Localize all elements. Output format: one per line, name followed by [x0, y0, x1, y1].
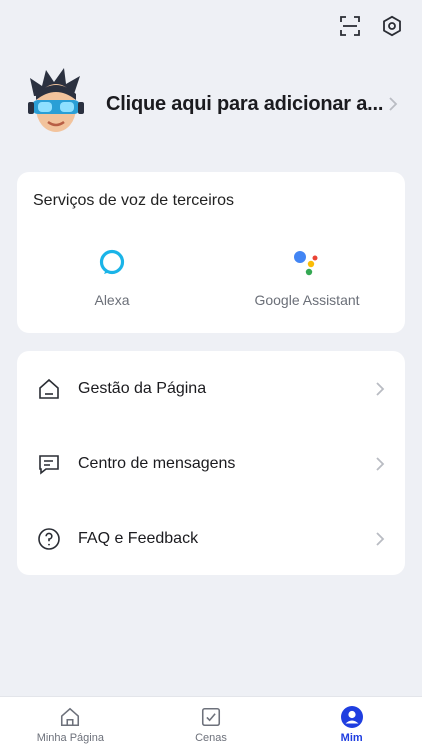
- scenes-icon: [199, 705, 223, 729]
- avatar[interactable]: [24, 66, 88, 142]
- menu-item-label: FAQ e Feedback: [78, 529, 199, 547]
- profile-row[interactable]: Clique aqui para adicionar a...: [24, 66, 400, 142]
- menu-item-page-management[interactable]: Gestão da Página: [17, 351, 405, 426]
- user-icon: [340, 705, 364, 729]
- home-icon: [58, 705, 82, 729]
- tab-label: Minha Página: [36, 732, 104, 744]
- menu-item-label: Centro de mensagens: [78, 454, 236, 472]
- google-assistant-label: Google Assistant: [254, 292, 360, 308]
- tab-label: Mim: [340, 732, 363, 744]
- profile-prompt[interactable]: Clique aqui para adicionar a...: [106, 93, 386, 116]
- tab-me[interactable]: Mim: [281, 697, 422, 750]
- settings-icon[interactable]: [380, 14, 404, 38]
- chevron-right-icon: [386, 96, 400, 112]
- google-assistant-service[interactable]: Google Assistant: [212, 244, 402, 308]
- alexa-icon: [17, 244, 207, 280]
- message-icon: [37, 452, 61, 476]
- voice-services-card: Serviços de voz de terceiros Alexa Googl…: [17, 172, 405, 333]
- help-icon: [37, 527, 61, 551]
- menu-item-message-center[interactable]: Centro de mensagens: [17, 426, 405, 501]
- tab-bar: Minha Página Cenas Mim: [0, 696, 422, 750]
- alexa-label: Alexa: [94, 292, 130, 308]
- tab-home[interactable]: Minha Página: [0, 697, 141, 750]
- header-actions: [338, 14, 404, 38]
- google-assistant-icon: [212, 244, 402, 280]
- voice-services-title: Serviços de voz de terceiros: [33, 192, 234, 209]
- menu-item-faq-feedback[interactable]: FAQ e Feedback: [17, 501, 405, 576]
- tab-scenes[interactable]: Cenas: [141, 697, 282, 750]
- menu-card: Gestão da Página Centro de mensagens FAQ…: [17, 351, 405, 575]
- alexa-service[interactable]: Alexa: [17, 244, 207, 308]
- chevron-right-icon: [375, 456, 385, 472]
- home-icon: [37, 377, 61, 401]
- tab-label: Cenas: [195, 732, 227, 744]
- scan-icon[interactable]: [338, 14, 362, 38]
- chevron-right-icon: [375, 381, 385, 397]
- chevron-right-icon: [375, 531, 385, 547]
- menu-item-label: Gestão da Página: [78, 379, 207, 397]
